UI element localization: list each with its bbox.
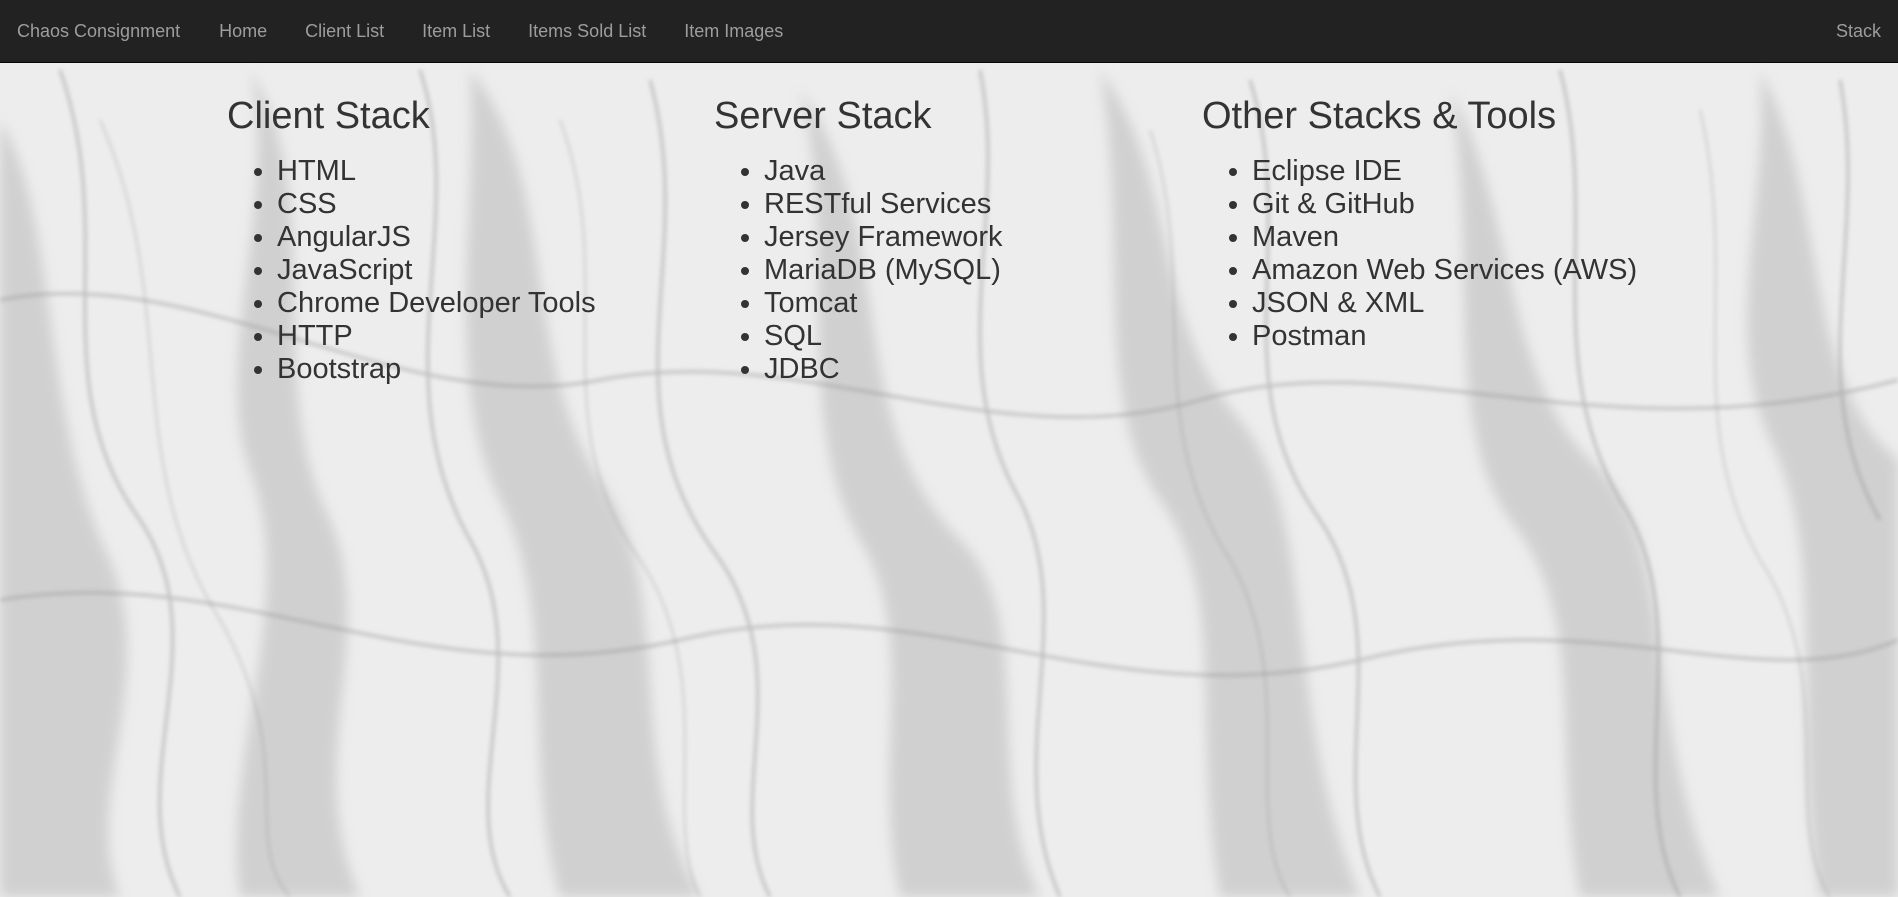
list-item: MariaDB (MySQL) bbox=[764, 254, 1003, 287]
nav-item-items-sold-list: Items Sold List bbox=[509, 21, 665, 42]
nav-item-item-list: Item List bbox=[403, 21, 509, 42]
list-item: RESTful Services bbox=[764, 188, 1003, 221]
client-stack-section: Client Stack HTML CSS AngularJS JavaScri… bbox=[227, 95, 596, 386]
nav-link-item-list[interactable]: Item List bbox=[403, 21, 509, 42]
list-item: Git & GitHub bbox=[1252, 188, 1637, 221]
list-item: Eclipse IDE bbox=[1252, 155, 1637, 188]
nav-item-client-list: Client List bbox=[286, 21, 403, 42]
server-stack-title: Server Stack bbox=[714, 95, 932, 137]
top-navbar: Chaos Consignment Home Client List Item … bbox=[0, 0, 1898, 63]
other-stacks-list: Eclipse IDE Git & GitHub Maven Amazon We… bbox=[1202, 155, 1637, 353]
list-item: Amazon Web Services (AWS) bbox=[1252, 254, 1637, 287]
server-stack-section: Server Stack Java RESTful Services Jerse… bbox=[714, 95, 1003, 386]
list-item: HTML bbox=[277, 155, 596, 188]
list-item: Java bbox=[764, 155, 1003, 188]
other-stacks-section: Other Stacks & Tools Eclipse IDE Git & G… bbox=[1202, 95, 1637, 353]
client-stack-list: HTML CSS AngularJS JavaScript Chrome Dev… bbox=[227, 155, 596, 386]
nav-right: Stack bbox=[1836, 0, 1881, 63]
nav-link-stack[interactable]: Stack bbox=[1836, 21, 1881, 42]
list-item: HTTP bbox=[277, 320, 596, 353]
list-item: Postman bbox=[1252, 320, 1637, 353]
nav-link-client-list[interactable]: Client List bbox=[286, 21, 403, 42]
list-item: SQL bbox=[764, 320, 1003, 353]
list-item: JavaScript bbox=[277, 254, 596, 287]
client-stack-title: Client Stack bbox=[227, 95, 430, 137]
list-item: AngularJS bbox=[277, 221, 596, 254]
list-item: Jersey Framework bbox=[764, 221, 1003, 254]
list-item: CSS bbox=[277, 188, 596, 221]
nav-link-home[interactable]: Home bbox=[200, 21, 286, 42]
list-item: JDBC bbox=[764, 353, 1003, 386]
brand-link[interactable]: Chaos Consignment bbox=[0, 21, 180, 42]
list-item: Maven bbox=[1252, 221, 1637, 254]
nav-link-item-images[interactable]: Item Images bbox=[665, 21, 802, 42]
server-stack-list: Java RESTful Services Jersey Framework M… bbox=[714, 155, 1003, 386]
nav-item-item-images: Item Images bbox=[665, 21, 802, 42]
list-item: JSON & XML bbox=[1252, 287, 1637, 320]
nav-menu: Home Client List Item List Items Sold Li… bbox=[200, 21, 802, 42]
list-item: Bootstrap bbox=[277, 353, 596, 386]
nav-link-items-sold-list[interactable]: Items Sold List bbox=[509, 21, 665, 42]
other-stacks-title: Other Stacks & Tools bbox=[1202, 95, 1557, 137]
nav-item-home: Home bbox=[200, 21, 286, 42]
list-item: Tomcat bbox=[764, 287, 1003, 320]
list-item: Chrome Developer Tools bbox=[277, 287, 596, 320]
